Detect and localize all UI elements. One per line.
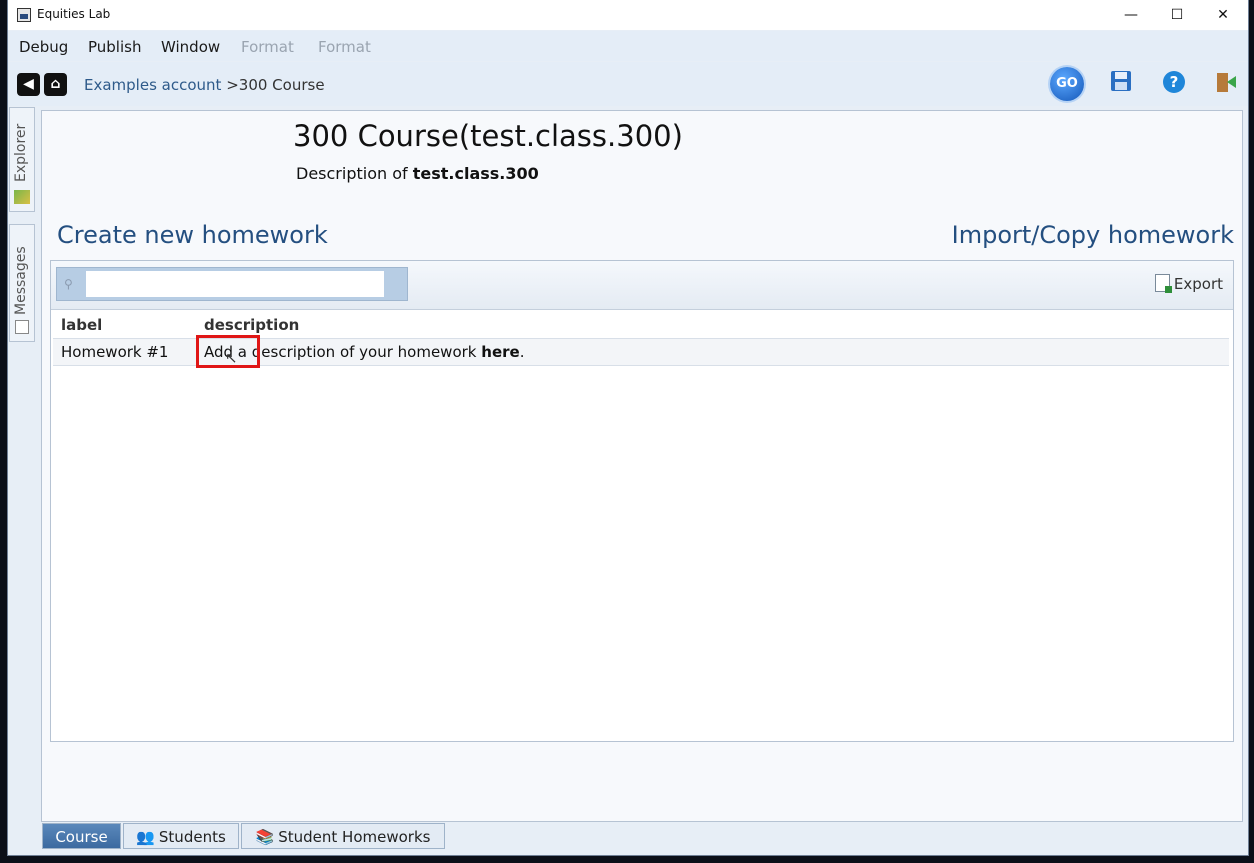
side-tab-bar: Explorer Messages [8,107,35,837]
maximize-button[interactable]: ☐ [1154,0,1200,30]
homework-panel: ⚲ Export label description Homework #1 A… [50,260,1234,742]
navigation-bar: ◀ ⌂ Examples account >300 Course GO ? [8,62,1248,106]
row-label-cell[interactable]: Homework #1 [61,343,168,361]
menu-publish[interactable]: Publish [88,38,141,56]
breadcrumb-separator: > [226,76,239,94]
svg-text:?: ? [1170,73,1179,91]
tab-student-homeworks-label: Student Homeworks [278,828,431,846]
spreadsheet-icon [1154,274,1172,293]
breadcrumb: Examples account >300 Course [84,76,325,94]
homework-table: label description Homework #1 Add a desc… [53,312,1229,368]
search-box: ⚲ [56,267,408,301]
exit-icon[interactable] [1214,70,1238,98]
export-label: Export [1173,275,1223,293]
export-button[interactable]: Export [1154,274,1223,293]
books-icon: 📚 [255,828,275,846]
search-icon: ⚲ [64,277,73,291]
panel-toolbar: ⚲ Export [51,261,1233,310]
help-icon[interactable]: ? [1162,70,1186,98]
tab-messages[interactable]: Messages [9,224,35,342]
description-here-link[interactable]: here [481,343,519,361]
tab-student-homeworks[interactable]: 📚 Student Homeworks [241,823,445,849]
go-button[interactable]: GO [1050,67,1084,101]
table-row[interactable]: Homework #1 Add a description of your ho… [53,335,1229,368]
create-homework-link[interactable]: Create new homework [57,221,328,249]
app-icon [17,8,31,22]
column-header-label[interactable]: label [61,316,102,334]
envelope-icon [15,320,29,334]
column-header-description[interactable]: description [204,316,299,334]
tab-explorer[interactable]: Explorer [9,107,35,212]
tab-students-label: Students [158,828,226,846]
app-window: Equities Lab — ☐ ✕ Debug Publish Window … [8,0,1248,855]
page-title: 300 Course(test.class.300) [293,119,683,153]
import-homework-link[interactable]: Import/Copy homework [952,221,1234,249]
title-bar: Equities Lab — ☐ ✕ [8,0,1248,30]
tab-students[interactable]: 👥 Students [123,823,239,849]
tab-explorer-label: Explorer [13,123,29,182]
tab-course[interactable]: Course [42,823,121,849]
description-end: . [519,343,525,361]
breadcrumb-current: 300 Course [238,76,325,94]
menu-format-1[interactable]: Format [241,38,294,56]
search-input[interactable] [86,271,384,297]
tab-messages-label: Messages [13,246,29,315]
course-description: Description of test.class.300 [296,164,539,183]
minimize-button[interactable]: — [1108,0,1154,30]
mouse-cursor-icon: ↖ [225,349,238,367]
users-icon: 👥 [136,828,155,846]
breadcrumb-link-account[interactable]: Examples account [84,76,221,94]
description-prefix: Description of [296,164,408,183]
course-content: 300 Course(test.class.300) Description o… [41,110,1243,822]
menu-format-2[interactable]: Format [318,38,371,56]
explorer-icon [14,190,30,204]
description-code: test.class.300 [412,164,539,183]
save-icon[interactable] [1110,70,1132,96]
tab-course-label: Course [55,828,108,846]
close-button[interactable]: ✕ [1200,0,1246,30]
window-title: Equities Lab [37,7,111,21]
menu-debug[interactable]: Debug [19,38,68,56]
menu-bar: Debug Publish Window Format Format [8,31,1248,61]
menu-window[interactable]: Window [161,38,220,56]
home-button[interactable]: ⌂ [44,73,67,96]
back-button[interactable]: ◀ [17,73,40,96]
